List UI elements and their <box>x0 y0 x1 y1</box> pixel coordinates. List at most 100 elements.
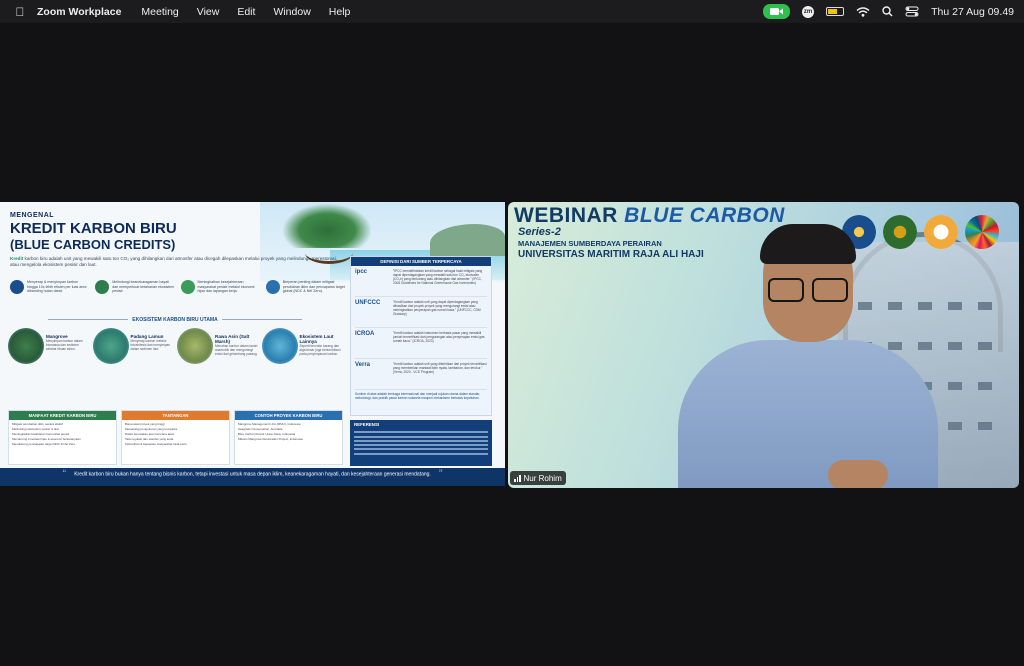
ecosystem-item: Padang Lamun Menyerap karbon melalui foto… <box>92 328 175 373</box>
ecosystem-section-title: EKOSISTEM KARBON BIRU UTAMA <box>10 317 340 323</box>
reference-line <box>354 435 488 438</box>
challenges-panel: TANTANGAN Biaya awal proyek yang tinggi M… <box>121 410 230 465</box>
ecosystem-item: Mangrove Menyimpan karbon dalam biomassa … <box>8 328 90 373</box>
definition-text: "Kredit karbon adalah unit yang dapat di… <box>393 300 481 316</box>
projects-panel: CONTOH PROYEK KARBON BIRU Mangrove Manag… <box>234 410 343 465</box>
ecosystem-name: Rawa Asin (Salt Marsh) <box>215 334 250 344</box>
info-panels: MANFAAT KREDIT KARBON BIRU Mitigasi peru… <box>8 410 343 465</box>
references-title: REFERENSI <box>354 422 380 427</box>
participant-glasses <box>768 278 852 302</box>
definitions-title: DEFINISI DARI SUMBER TERPERCAYA <box>351 257 491 266</box>
seagrass-photo <box>92 328 129 364</box>
benefit-item: Meningkatkan kesejahteraan masyarakat pe… <box>180 280 260 310</box>
panel-title: MANFAAT KREDIT KARBON BIRU <box>9 411 116 420</box>
benefit-item: Menyerap & menyimpan karbon hingga 10x l… <box>10 280 89 310</box>
webinar-series: Series-2 <box>518 226 561 238</box>
benefit-text: Melindungi keanekaragaman hayati dan mem… <box>112 280 175 293</box>
menu-help[interactable]: Help <box>329 6 351 18</box>
webinar-title-a: WEBINAR <box>514 204 625 227</box>
slide-quote-bar: “ Kredit karbon biru bukan hanya tentang … <box>0 468 505 486</box>
participant-name-tag: Nur Rohim <box>510 471 566 485</box>
reference-line <box>354 448 488 451</box>
battery-icon[interactable] <box>826 7 845 16</box>
zoom-status-icon[interactable]: zm <box>802 5 815 18</box>
panel-item: Mendukung pencapaian target NDC & Net Ze… <box>12 442 76 446</box>
slide-description: Kredit karbon biru adalah unit yang mewa… <box>10 256 340 268</box>
benefit-item: Berperan penting dalam mitigasi perubaha… <box>265 280 345 310</box>
menu-meeting[interactable]: Meeting <box>141 6 178 18</box>
ecosystem-desc: Menyimpan karbon dalam biomassa dan sedi… <box>46 339 83 351</box>
community-icon <box>180 280 195 294</box>
ecosystem-name: Ekosistem Laut Lainnya <box>299 334 334 344</box>
reference-line <box>354 452 488 455</box>
definition-item: ICROA "Kredit karbon adalah instrumen ber… <box>355 331 487 359</box>
status-area: zm Thu 27 Aug 09.49 <box>763 0 1014 23</box>
ecosystem-desc: Menyerap karbon melalui fotosintesis dan… <box>130 339 171 351</box>
participant-hair <box>760 224 856 264</box>
definition-item: ipcc "IPCC mendefinisikan kredit karbon s… <box>355 269 487 297</box>
definition-text: "IPCC mendefinisikan kredit karbon sebag… <box>393 269 483 285</box>
benefits-panel: MANFAAT KREDIT KARBON BIRU Mitigasi peru… <box>8 410 117 465</box>
menu-view[interactable]: View <box>197 6 220 18</box>
definition-item: UNFCCC "Kredit karbon adalah unit yang da… <box>355 300 487 328</box>
slide-pretitle: MENGENAL <box>10 212 55 219</box>
reference-line <box>354 444 488 447</box>
mangrove-photo <box>8 328 44 364</box>
panel-title: CONTOH PROYEK KARBON BIRU <box>235 411 342 420</box>
benefit-text: Berperan penting dalam mitigasi perubaha… <box>282 280 345 293</box>
apple-menu-icon[interactable]:  <box>13 5 27 19</box>
slide-title: KREDIT KARBON BIRU <box>10 220 177 237</box>
control-center-icon[interactable] <box>905 6 919 17</box>
menu-clock[interactable]: Thu 27 Aug 09.49 <box>931 6 1014 18</box>
wifi-icon[interactable] <box>856 6 870 17</box>
salt-marsh-photo <box>177 328 213 364</box>
definition-item: Verra "Kredit karbon adalah unit yang dit… <box>355 362 487 390</box>
ipcc-logo: ipcc <box>355 269 368 275</box>
references-box: REFERENSI <box>350 420 492 466</box>
slide-quote-text: Kredit karbon biru bukan hanya tentang b… <box>74 471 431 478</box>
definitions-footer: Sumber di atas adalah lembaga internasio… <box>355 392 481 400</box>
menu-bar:  Zoom Workplace Meeting View Edit Windo… <box>0 0 1024 23</box>
search-icon[interactable] <box>882 6 893 17</box>
marine-ecosystem-photo <box>261 328 298 364</box>
participant-video <box>678 220 938 488</box>
benefit-text: Menyerap & menyimpan karbon hingga 10x l… <box>27 280 87 293</box>
benefit-text: Meningkatkan kesejahteraan masyarakat pe… <box>197 280 255 293</box>
quote-close-icon: ” <box>438 468 443 480</box>
webinar-university: UNIVERSITAS MARITIM RAJA ALI HAJI <box>518 249 704 260</box>
benefits-row: Menyerap & menyimpan karbon hingga 10x l… <box>10 280 345 310</box>
menu-edit[interactable]: Edit <box>237 6 255 18</box>
verra-logo: Verra <box>355 362 371 368</box>
app-menu[interactable]: Zoom Workplace <box>37 6 121 18</box>
webinar-program: MANAJEMEN SUMBERDAYA PERAIRAN <box>518 239 662 248</box>
icroa-logo: ICROA <box>355 331 375 337</box>
slide-subtitle: (BLUE CARBON CREDITS) <box>10 237 176 252</box>
definition-text: "Kredit karbon adalah unit yang diterbit… <box>393 362 487 374</box>
ecosystem-row: Mangrove Menyimpan karbon dalam biomassa … <box>8 328 343 373</box>
camera-in-use-icon[interactable] <box>763 4 791 19</box>
reference-line <box>354 431 488 434</box>
unfccc-logo: UNFCCC <box>355 300 381 306</box>
benefit-item: Melindungi keanekaragaman hayati dan mem… <box>95 280 174 310</box>
definition-text: "Kredit karbon adalah instrumen berbasis… <box>393 331 485 343</box>
participant-video-tile[interactable]: WEBINAR BLUE CARBON Series-2 MANAJEMEN S… <box>508 202 1019 488</box>
shared-slide: MENGENAL KREDIT KARBON BIRU (BLUE CARBON… <box>0 202 505 486</box>
participant-hand <box>828 460 888 488</box>
ecosystem-desc: Menahan karbon dalam tanah anaerobik dan… <box>215 344 258 356</box>
ecosystem-desc: Seperti terumbu karang dan alga besar ju… <box>299 344 341 356</box>
quote-open-icon: “ <box>62 468 67 480</box>
sdgs-logo <box>965 215 999 249</box>
globe-icon <box>265 280 280 294</box>
shield-leaf-icon <box>95 280 110 294</box>
ecosystem-item: Ekosistem Laut Lainnya Seperti terumbu ka… <box>261 328 344 373</box>
ecosystem-item: Rawa Asin (Salt Marsh) Menahan karbon dal… <box>177 328 259 373</box>
panel-title: TANTANGAN <box>122 411 229 420</box>
slide-description-highlight: Kredit <box>10 256 24 261</box>
co2-cloud-icon <box>10 280 24 294</box>
panel-item: Kebutuhan & kapasitas masyarakat lokal p… <box>125 442 187 446</box>
menu-window[interactable]: Window <box>273 6 310 18</box>
panel-item: Mikoko Mangrove Restoration Project, Ind… <box>238 437 303 441</box>
participant-shirt <box>678 340 938 488</box>
slide-description-text: karbon biru adalah unit yang mewakili sa… <box>10 256 338 267</box>
audio-level-icon <box>514 474 521 482</box>
